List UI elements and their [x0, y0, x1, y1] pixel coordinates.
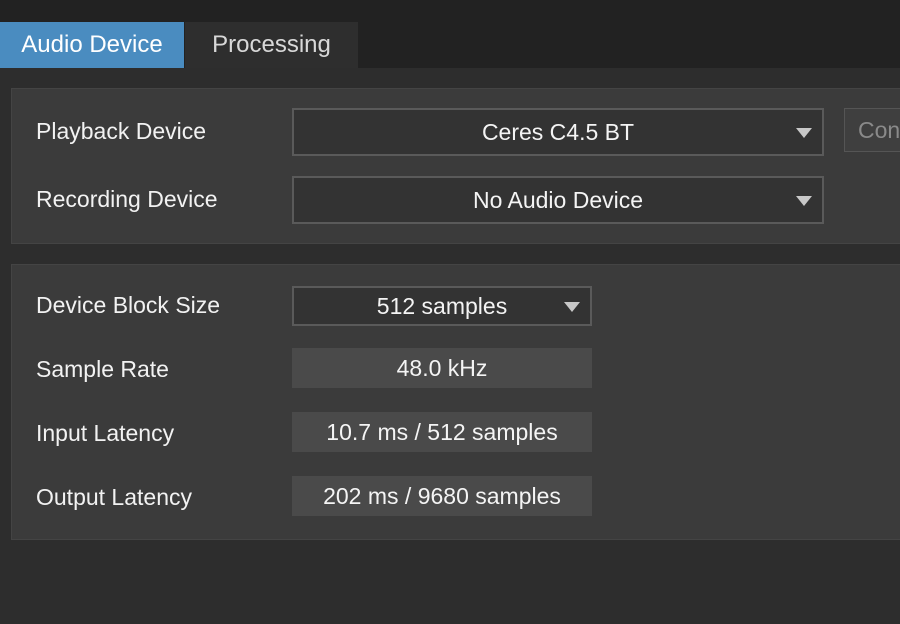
chevron-down-icon: [564, 302, 580, 312]
output-latency-label: Output Latency: [36, 484, 192, 510]
output-latency-value: 202 ms / 9680 samples: [292, 476, 592, 516]
block-size-label: Device Block Size: [36, 292, 221, 318]
playback-device-select[interactable]: Ceres C4.5 BT: [292, 108, 824, 156]
chevron-down-icon: [796, 128, 812, 138]
sample-rate-value: 48.0 kHz: [292, 348, 592, 388]
sample-rate-label: Sample Rate: [36, 356, 169, 382]
chevron-down-icon: [796, 196, 812, 206]
input-latency-label: Input Latency: [36, 420, 175, 446]
tab-audio-device[interactable]: Audio Device: [0, 22, 184, 68]
block-size-value: 512 samples: [376, 292, 508, 319]
audio-preferences-window: Audio Device Processing Playback Device …: [0, 0, 900, 624]
playback-device-label: Playback Device: [36, 118, 207, 144]
input-latency-value: 10.7 ms / 512 samples: [292, 412, 592, 452]
recording-device-label: Recording Device: [36, 186, 218, 212]
recording-device-value: No Audio Device: [472, 186, 644, 213]
block-size-select[interactable]: 512 samples: [292, 286, 592, 326]
tab-bar: Audio Device Processing: [0, 0, 900, 68]
playback-device-value: Ceres C4.5 BT: [481, 118, 635, 145]
tab-processing[interactable]: Processing: [185, 22, 358, 68]
recording-device-select[interactable]: No Audio Device: [292, 176, 824, 224]
configure-button[interactable]: Con: [844, 108, 900, 152]
